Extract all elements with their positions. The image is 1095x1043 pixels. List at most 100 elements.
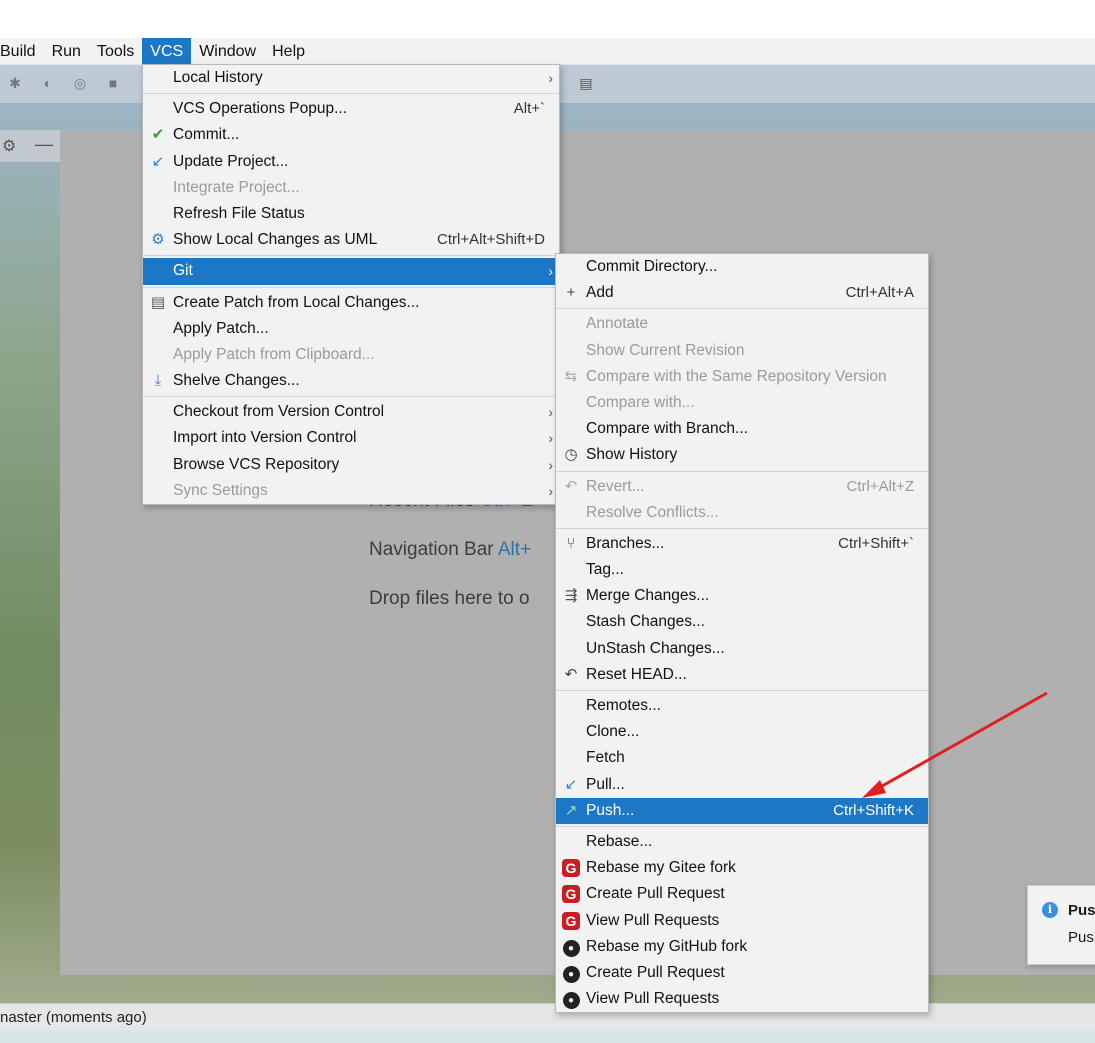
git-item-annotate[interactable]: Annotate	[556, 311, 928, 337]
git-item-rebase-my-gitee-fork[interactable]: G Rebase my Gitee fork	[556, 855, 928, 881]
git-item-resolve-conflicts[interactable]: Resolve Conflicts...	[556, 500, 928, 526]
menu-item-label: Resolve Conflicts...	[586, 503, 719, 521]
git-item-rebase[interactable]: Rebase...	[556, 829, 928, 855]
git-item-show-current-revision[interactable]: Show Current Revision	[556, 338, 928, 364]
git-item-add[interactable]: + Add Ctrl+Alt+A	[556, 280, 928, 306]
shelve-icon: ⤓	[154, 372, 162, 390]
push-notification[interactable]: i Pus Pusl	[1027, 885, 1095, 965]
menu-item-label: Git	[173, 262, 193, 280]
menu-window[interactable]: Window	[191, 38, 264, 65]
menu-separator	[143, 255, 559, 257]
git-item-merge-changes[interactable]: ⇶ Merge Changes...	[556, 583, 928, 609]
vcs-item-apply-patch-from-clipboard[interactable]: Apply Patch from Clipboard...	[143, 342, 559, 368]
coverage-icon[interactable]: ◐	[40, 75, 56, 91]
git-item-rebase-my-github-fork[interactable]: ● Rebase my GitHub fork	[556, 934, 928, 960]
git-item-revert[interactable]: ↶ Revert... Ctrl+Alt+Z	[556, 474, 928, 500]
compare-icon: ⇆	[564, 367, 578, 385]
git-item-view-pull-requests[interactable]: G View Pull Requests	[556, 908, 928, 934]
gear-icon[interactable]: ⚙	[2, 136, 16, 156]
menu-separator	[143, 93, 559, 95]
git-item-compare-with[interactable]: Compare with...	[556, 390, 928, 416]
git-item-reset-head[interactable]: ↶ Reset HEAD...	[556, 662, 928, 688]
menu-item-label: Show History	[586, 446, 678, 464]
menu-item-label: Stash Changes...	[586, 613, 705, 631]
menu-item-label: Tag...	[586, 561, 624, 579]
menu-item-label: Merge Changes...	[586, 587, 710, 605]
vcs-item-apply-patch[interactable]: Apply Patch...	[143, 316, 559, 342]
menu-item-label: Create Pull Request	[586, 885, 725, 903]
vcs-item-shelve-changes[interactable]: ⤓ Shelve Changes...	[143, 368, 559, 394]
branch-icon: ⑂	[566, 534, 576, 552]
vcs-item-git[interactable]: Git ›	[143, 258, 559, 285]
git-item-show-history[interactable]: ◷ Show History	[556, 442, 928, 468]
chevron-right-icon: ›	[548, 456, 553, 473]
vcs-item-integrate-project[interactable]: Integrate Project...	[143, 175, 559, 201]
menu-item-label: View Pull Requests	[586, 990, 720, 1008]
git-item-fetch[interactable]: Fetch	[556, 745, 928, 771]
merge-icon: ⇶	[564, 587, 578, 605]
update-arrow-icon: ↙	[151, 152, 165, 170]
git-item-create-pull-request[interactable]: ● Create Pull Request	[556, 960, 928, 986]
vcs-item-sync-settings[interactable]: Sync Settings ›	[143, 478, 559, 504]
revert-icon: ↶	[564, 477, 578, 495]
vcs-item-vcs-operations-popup[interactable]: VCS Operations Popup... Alt+`	[143, 96, 559, 122]
vcs-item-import-into-version-control[interactable]: Import into Version Control ›	[143, 425, 559, 451]
git-item-view-pull-requests[interactable]: ● View Pull Requests	[556, 986, 928, 1012]
vcs-item-create-patch-from-local-changes[interactable]: ▤ Create Patch from Local Changes...	[143, 290, 559, 316]
menu-separator	[556, 470, 928, 472]
minimize-icon[interactable]: —	[35, 134, 53, 155]
menu-tools[interactable]: Tools	[89, 38, 142, 65]
vcs-item-refresh-file-status[interactable]: Refresh File Status	[143, 201, 559, 227]
git-item-pull[interactable]: ↙ Pull...	[556, 772, 928, 798]
menu-item-label: Clone...	[586, 723, 640, 741]
menu-vcs[interactable]: VCS	[142, 37, 192, 65]
project-structure-icon[interactable]: ▤	[578, 75, 594, 91]
menu-run[interactable]: Run	[44, 38, 89, 65]
menu-separator	[556, 825, 928, 827]
git-item-commit-directory[interactable]: Commit Directory...	[556, 254, 928, 280]
hint-navigation-bar: Navigation Bar Alt+	[369, 539, 532, 560]
git-item-tag[interactable]: Tag...	[556, 557, 928, 583]
taskbar	[0, 1030, 1095, 1043]
git-item-compare-with-branch[interactable]: Compare with Branch...	[556, 416, 928, 442]
menu-item-label: Push...	[586, 801, 635, 819]
git-item-stash-changes[interactable]: Stash Changes...	[556, 609, 928, 635]
menu-item-shortcut: Ctrl+Alt+Shift+D	[437, 231, 545, 249]
menu-item-label: Compare with...	[586, 393, 695, 411]
menu-item-label: Apply Patch...	[173, 319, 269, 337]
vcs-item-update-project[interactable]: ↙ Update Project...	[143, 149, 559, 175]
git-item-branches[interactable]: ⑂ Branches... Ctrl+Shift+`	[556, 531, 928, 557]
git-item-clone[interactable]: Clone...	[556, 719, 928, 745]
vcs-item-commit[interactable]: ✔ Commit...	[143, 122, 559, 148]
git-item-compare-with-the-same-repository-version[interactable]: ⇆ Compare with the Same Repository Versio…	[556, 364, 928, 390]
chevron-right-icon: ›	[548, 482, 553, 499]
vcs-item-checkout-from-version-control[interactable]: Checkout from Version Control ›	[143, 399, 559, 425]
menu-item-label: Commit Directory...	[586, 258, 718, 275]
menu-separator	[143, 396, 559, 398]
clock-icon: ◷	[564, 446, 578, 464]
profile-icon[interactable]: ◎	[72, 75, 88, 91]
debug-icon[interactable]: ✱	[7, 75, 23, 91]
menu-build[interactable]: Build	[0, 38, 44, 65]
status-text: naster (moments ago)	[0, 1009, 147, 1026]
git-item-remotes[interactable]: Remotes...	[556, 693, 928, 719]
git-item-push[interactable]: ↗ Push... Ctrl+Shift+K	[556, 797, 928, 824]
git-item-create-pull-request[interactable]: G Create Pull Request	[556, 881, 928, 907]
menu-item-label: Refresh File Status	[173, 204, 305, 222]
gitee-icon: G	[561, 908, 581, 935]
vcs-item-browse-vcs-repository[interactable]: Browse VCS Repository ›	[143, 452, 559, 478]
menu-item-label: Integrate Project...	[173, 178, 300, 196]
vcs-item-show-local-changes-as-uml[interactable]: ⚙ Show Local Changes as UML Ctrl+Alt+Shift…	[143, 227, 559, 253]
menu-help[interactable]: Help	[264, 38, 313, 65]
menu-item-label: Fetch	[586, 749, 625, 767]
menu-item-label: Import into Version Control	[173, 429, 357, 447]
menu-separator	[556, 308, 928, 310]
github-icon: ●	[561, 934, 581, 960]
stop-icon[interactable]: ■	[105, 75, 121, 91]
menu-item-label: View Pull Requests	[586, 911, 720, 929]
vcs-item-local-history[interactable]: Local History ›	[143, 65, 559, 91]
chevron-right-icon: ›	[548, 70, 553, 86]
menu-item-label: Reset HEAD...	[586, 665, 687, 683]
github-icon: ●	[561, 960, 581, 986]
git-item-unstash-changes[interactable]: UnStash Changes...	[556, 636, 928, 662]
